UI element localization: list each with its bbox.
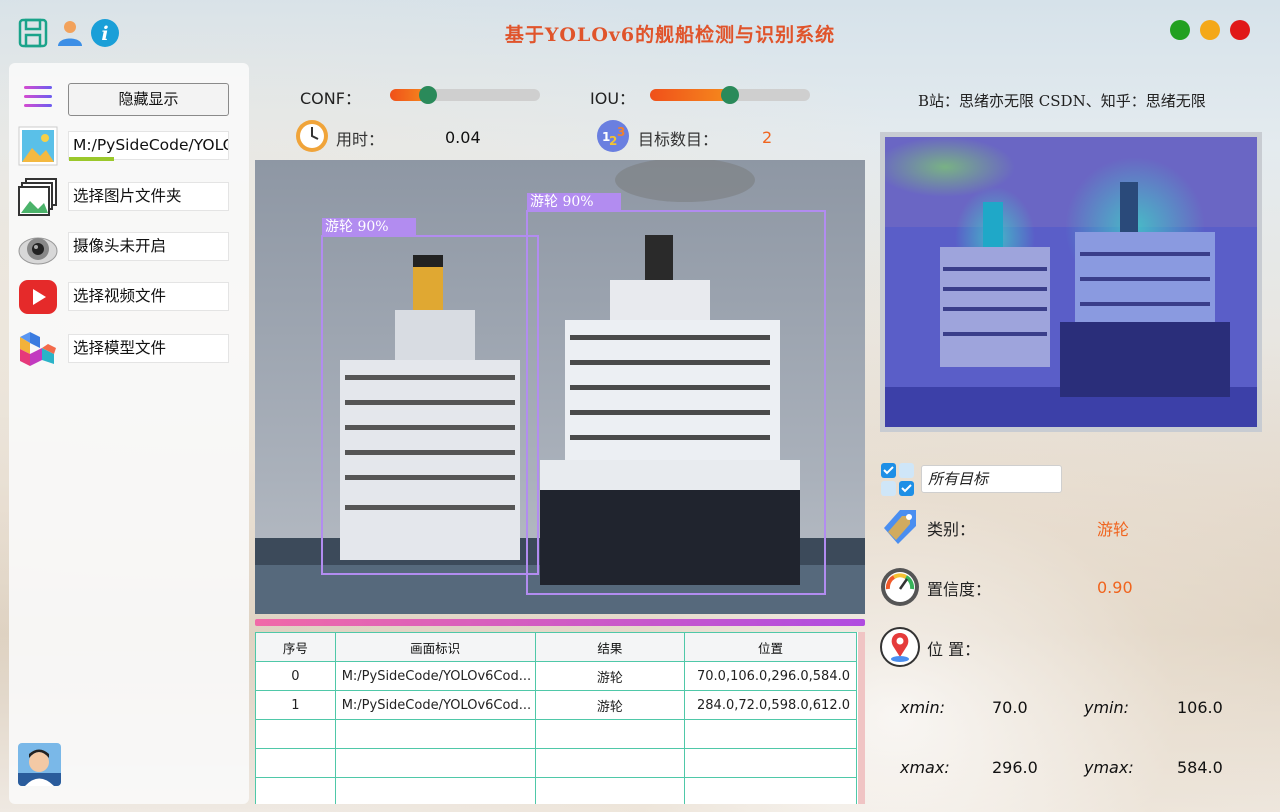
- table-cell: [534, 777, 686, 804]
- checkbox-icon: [880, 462, 916, 498]
- xmax-value: 296.0: [992, 758, 1038, 777]
- avatar: [18, 743, 61, 786]
- table-cell: 70.0,106.0,296.0,584.0: [684, 661, 857, 691]
- image-folder-icon[interactable]: [18, 177, 58, 217]
- time-value: 0.04: [445, 128, 481, 147]
- count-value: 2: [762, 128, 773, 147]
- table-cell: 1: [255, 690, 336, 720]
- svg-text:i: i: [101, 23, 108, 45]
- sidebar-item-image-folder[interactable]: 选择图片文件夹: [68, 182, 229, 211]
- target-select[interactable]: 所有目标: [921, 465, 1062, 493]
- table-cell: [534, 748, 686, 778]
- minimize-button[interactable]: [1170, 20, 1190, 40]
- xmin-label: xmin:: [900, 698, 946, 717]
- ymax-value: 584.0: [1177, 758, 1223, 777]
- table-scrollbar[interactable]: [858, 632, 865, 804]
- camera-icon[interactable]: [18, 227, 58, 267]
- xmax-label: xmax:: [900, 758, 950, 777]
- table-cell: [334, 719, 536, 749]
- detection-image: 游轮 90% 游轮 90%: [255, 160, 865, 614]
- ymin-value: 106.0: [1177, 698, 1223, 717]
- table-cell: [255, 777, 336, 804]
- table-cell: 0: [255, 661, 336, 691]
- info-icon[interactable]: i: [90, 18, 120, 48]
- heatmap-image: [885, 137, 1257, 427]
- ymin-label: ymin:: [1084, 698, 1130, 717]
- load-progress: [69, 157, 114, 161]
- heatmap-frame: [880, 132, 1262, 432]
- image-icon[interactable]: [18, 126, 58, 166]
- column-header-source[interactable]: 画面标识: [334, 632, 536, 662]
- table-cell: [334, 777, 536, 804]
- sidebar: [9, 63, 249, 804]
- table-cell: [334, 748, 536, 778]
- time-label: 用时：: [336, 130, 385, 149]
- count-label: 目标数目：: [638, 130, 719, 149]
- tag-icon: [880, 506, 920, 546]
- user-icon[interactable]: [55, 18, 85, 48]
- model-icon[interactable]: [18, 330, 58, 370]
- table-cell: 游轮: [534, 661, 686, 691]
- detection-label-0: 游轮 90%: [325, 219, 389, 235]
- menu-icon[interactable]: [24, 86, 52, 112]
- position-label: 位 置：: [927, 640, 981, 659]
- table-header-row: 序号 画面标识 结果 位置: [255, 632, 857, 662]
- table-cell: [255, 719, 336, 749]
- location-pin-icon: [880, 627, 920, 667]
- table-row[interactable]: 0 M:/PySideCode/YOLOv6Cod... 游轮 70.0,106…: [255, 661, 857, 691]
- table-cell: [684, 777, 857, 804]
- table-cell: 284.0,72.0,598.0,612.0: [684, 690, 857, 720]
- class-label: 类别：: [927, 520, 976, 539]
- confidence-label: 置信度：: [927, 580, 992, 599]
- conf-label: CONF：: [300, 89, 361, 108]
- table-cell: [534, 719, 686, 749]
- table-cell: [684, 748, 857, 778]
- sidebar-item-video[interactable]: 选择视频文件: [68, 282, 229, 311]
- count-icon: 1 2 3: [596, 119, 630, 153]
- table-row[interactable]: [255, 748, 857, 778]
- save-icon[interactable]: [18, 18, 48, 48]
- app-title: 基于YOLOv6的舰船检测与识别系统: [504, 24, 836, 46]
- column-header-index[interactable]: 序号: [255, 632, 336, 662]
- sidebar-item-model[interactable]: 选择模型文件: [68, 334, 229, 363]
- conf-slider-handle[interactable]: [419, 86, 437, 104]
- column-header-position[interactable]: 位置: [684, 632, 857, 662]
- conf-slider[interactable]: [390, 86, 540, 104]
- xmin-value: 70.0: [992, 698, 1028, 717]
- results-table[interactable]: 序号 画面标识 结果 位置 0 M:/PySideCode/YOLOv6Cod.…: [255, 632, 865, 804]
- table-row[interactable]: 1 M:/PySideCode/YOLOv6Cod... 游轮 284.0,72…: [255, 690, 857, 720]
- clock-icon: [295, 119, 329, 153]
- svg-text:3: 3: [617, 125, 625, 139]
- table-row[interactable]: [255, 777, 857, 804]
- video-icon[interactable]: [18, 277, 58, 317]
- class-value: 游轮: [1097, 520, 1130, 539]
- maximize-button[interactable]: [1200, 20, 1220, 40]
- confidence-value: 0.90: [1097, 578, 1133, 597]
- table-cell: [255, 748, 336, 778]
- iou-slider-fill: [650, 89, 730, 101]
- iou-slider-handle[interactable]: [721, 86, 739, 104]
- image-path-field[interactable]: M:/PySideCode/YOLOv6: [68, 131, 229, 160]
- author-credit: B站：思绪亦无限 CSDN、知乎：思绪无限: [918, 92, 1206, 110]
- table-cell: 游轮: [534, 690, 686, 720]
- column-header-result[interactable]: 结果: [534, 632, 686, 662]
- table-cell: [684, 719, 857, 749]
- table-cell: M:/PySideCode/YOLOv6Cod...: [334, 661, 536, 691]
- ymax-label: ymax:: [1084, 758, 1134, 777]
- table-row[interactable]: [255, 719, 857, 749]
- table-cell: M:/PySideCode/YOLOv6Cod...: [334, 690, 536, 720]
- detection-label-1: 游轮 90%: [530, 194, 594, 210]
- hide-show-button[interactable]: 隐藏显示: [68, 83, 229, 116]
- iou-label: IOU：: [590, 89, 636, 108]
- iou-slider[interactable]: [650, 86, 810, 104]
- sidebar-item-camera[interactable]: 摄像头未开启: [68, 232, 229, 261]
- close-button[interactable]: [1230, 20, 1250, 40]
- gauge-icon: [880, 567, 920, 607]
- result-separator: [255, 619, 865, 626]
